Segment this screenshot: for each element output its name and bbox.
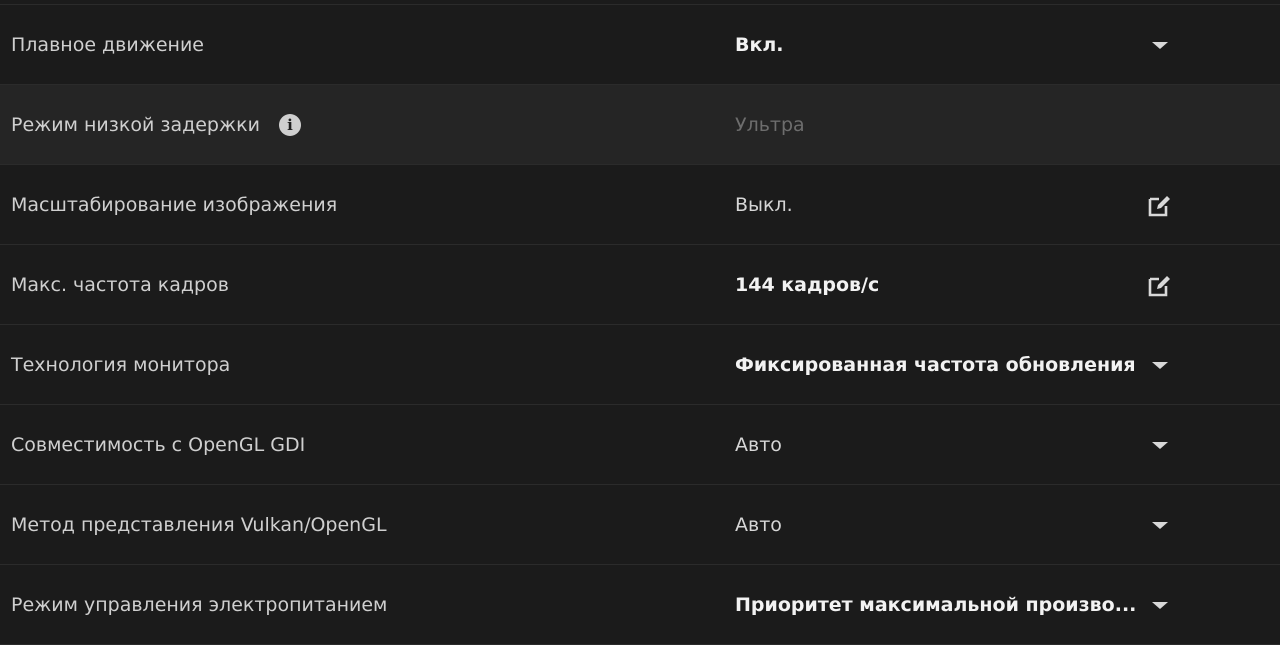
setting-label: Метод представления Vulkan/OpenGL xyxy=(11,513,387,536)
setting-label: Режим низкой задержки i xyxy=(11,85,301,164)
edit-icon[interactable] xyxy=(1146,191,1174,219)
setting-row-opengl-gdi-compatibility[interactable]: Совместимость с OpenGL GDI Авто xyxy=(0,405,1280,485)
setting-value-select[interactable]: Приоритет максимальной произво... xyxy=(735,565,1136,644)
setting-value-select[interactable]: Фиксированная частота обновления xyxy=(735,325,1136,404)
chevron-down-icon[interactable] xyxy=(1152,442,1168,449)
setting-label: Плавное движение xyxy=(11,33,204,56)
chevron-down-icon[interactable] xyxy=(1152,42,1168,49)
setting-row-max-frame-rate[interactable]: Макс. частота кадров 144 кадров/с xyxy=(0,245,1280,325)
setting-row-low-latency-mode: Режим низкой задержки i Ультра xyxy=(0,85,1280,165)
setting-value-select[interactable]: Вкл. xyxy=(735,5,784,84)
setting-value: 144 кадров/с xyxy=(735,273,880,296)
setting-value-select[interactable]: Авто xyxy=(735,405,782,484)
setting-label: Режим управления электропитанием xyxy=(11,593,388,616)
chevron-down-icon[interactable] xyxy=(1152,362,1168,369)
setting-value-select[interactable]: Авто xyxy=(735,485,782,564)
info-icon[interactable]: i xyxy=(278,113,301,136)
setting-row-smooth-motion[interactable]: Плавное движение Вкл. xyxy=(0,5,1280,85)
setting-row-monitor-technology[interactable]: Технология монитора Фиксированная частот… xyxy=(0,325,1280,405)
setting-row-vulkan-opengl-present-method[interactable]: Метод представления Vulkan/OpenGL Авто xyxy=(0,485,1280,565)
setting-row-image-scaling[interactable]: Масштабирование изображения Выкл. xyxy=(0,165,1280,245)
settings-list: Плавное движение Вкл. Режим низкой задер… xyxy=(0,5,1280,645)
setting-row-power-management-mode[interactable]: Режим управления электропитанием Приорит… xyxy=(0,565,1280,645)
edit-icon[interactable] xyxy=(1146,271,1174,299)
chevron-down-icon[interactable] xyxy=(1152,522,1168,529)
setting-label: Технология монитора xyxy=(11,353,231,376)
setting-value-readonly: Ультра xyxy=(735,113,805,136)
chevron-down-icon[interactable] xyxy=(1152,602,1168,609)
setting-value: Выкл. xyxy=(735,193,793,216)
setting-label: Масштабирование изображения xyxy=(11,193,338,216)
setting-label: Макс. частота кадров xyxy=(11,273,229,296)
setting-label: Совместимость с OpenGL GDI xyxy=(11,433,306,456)
